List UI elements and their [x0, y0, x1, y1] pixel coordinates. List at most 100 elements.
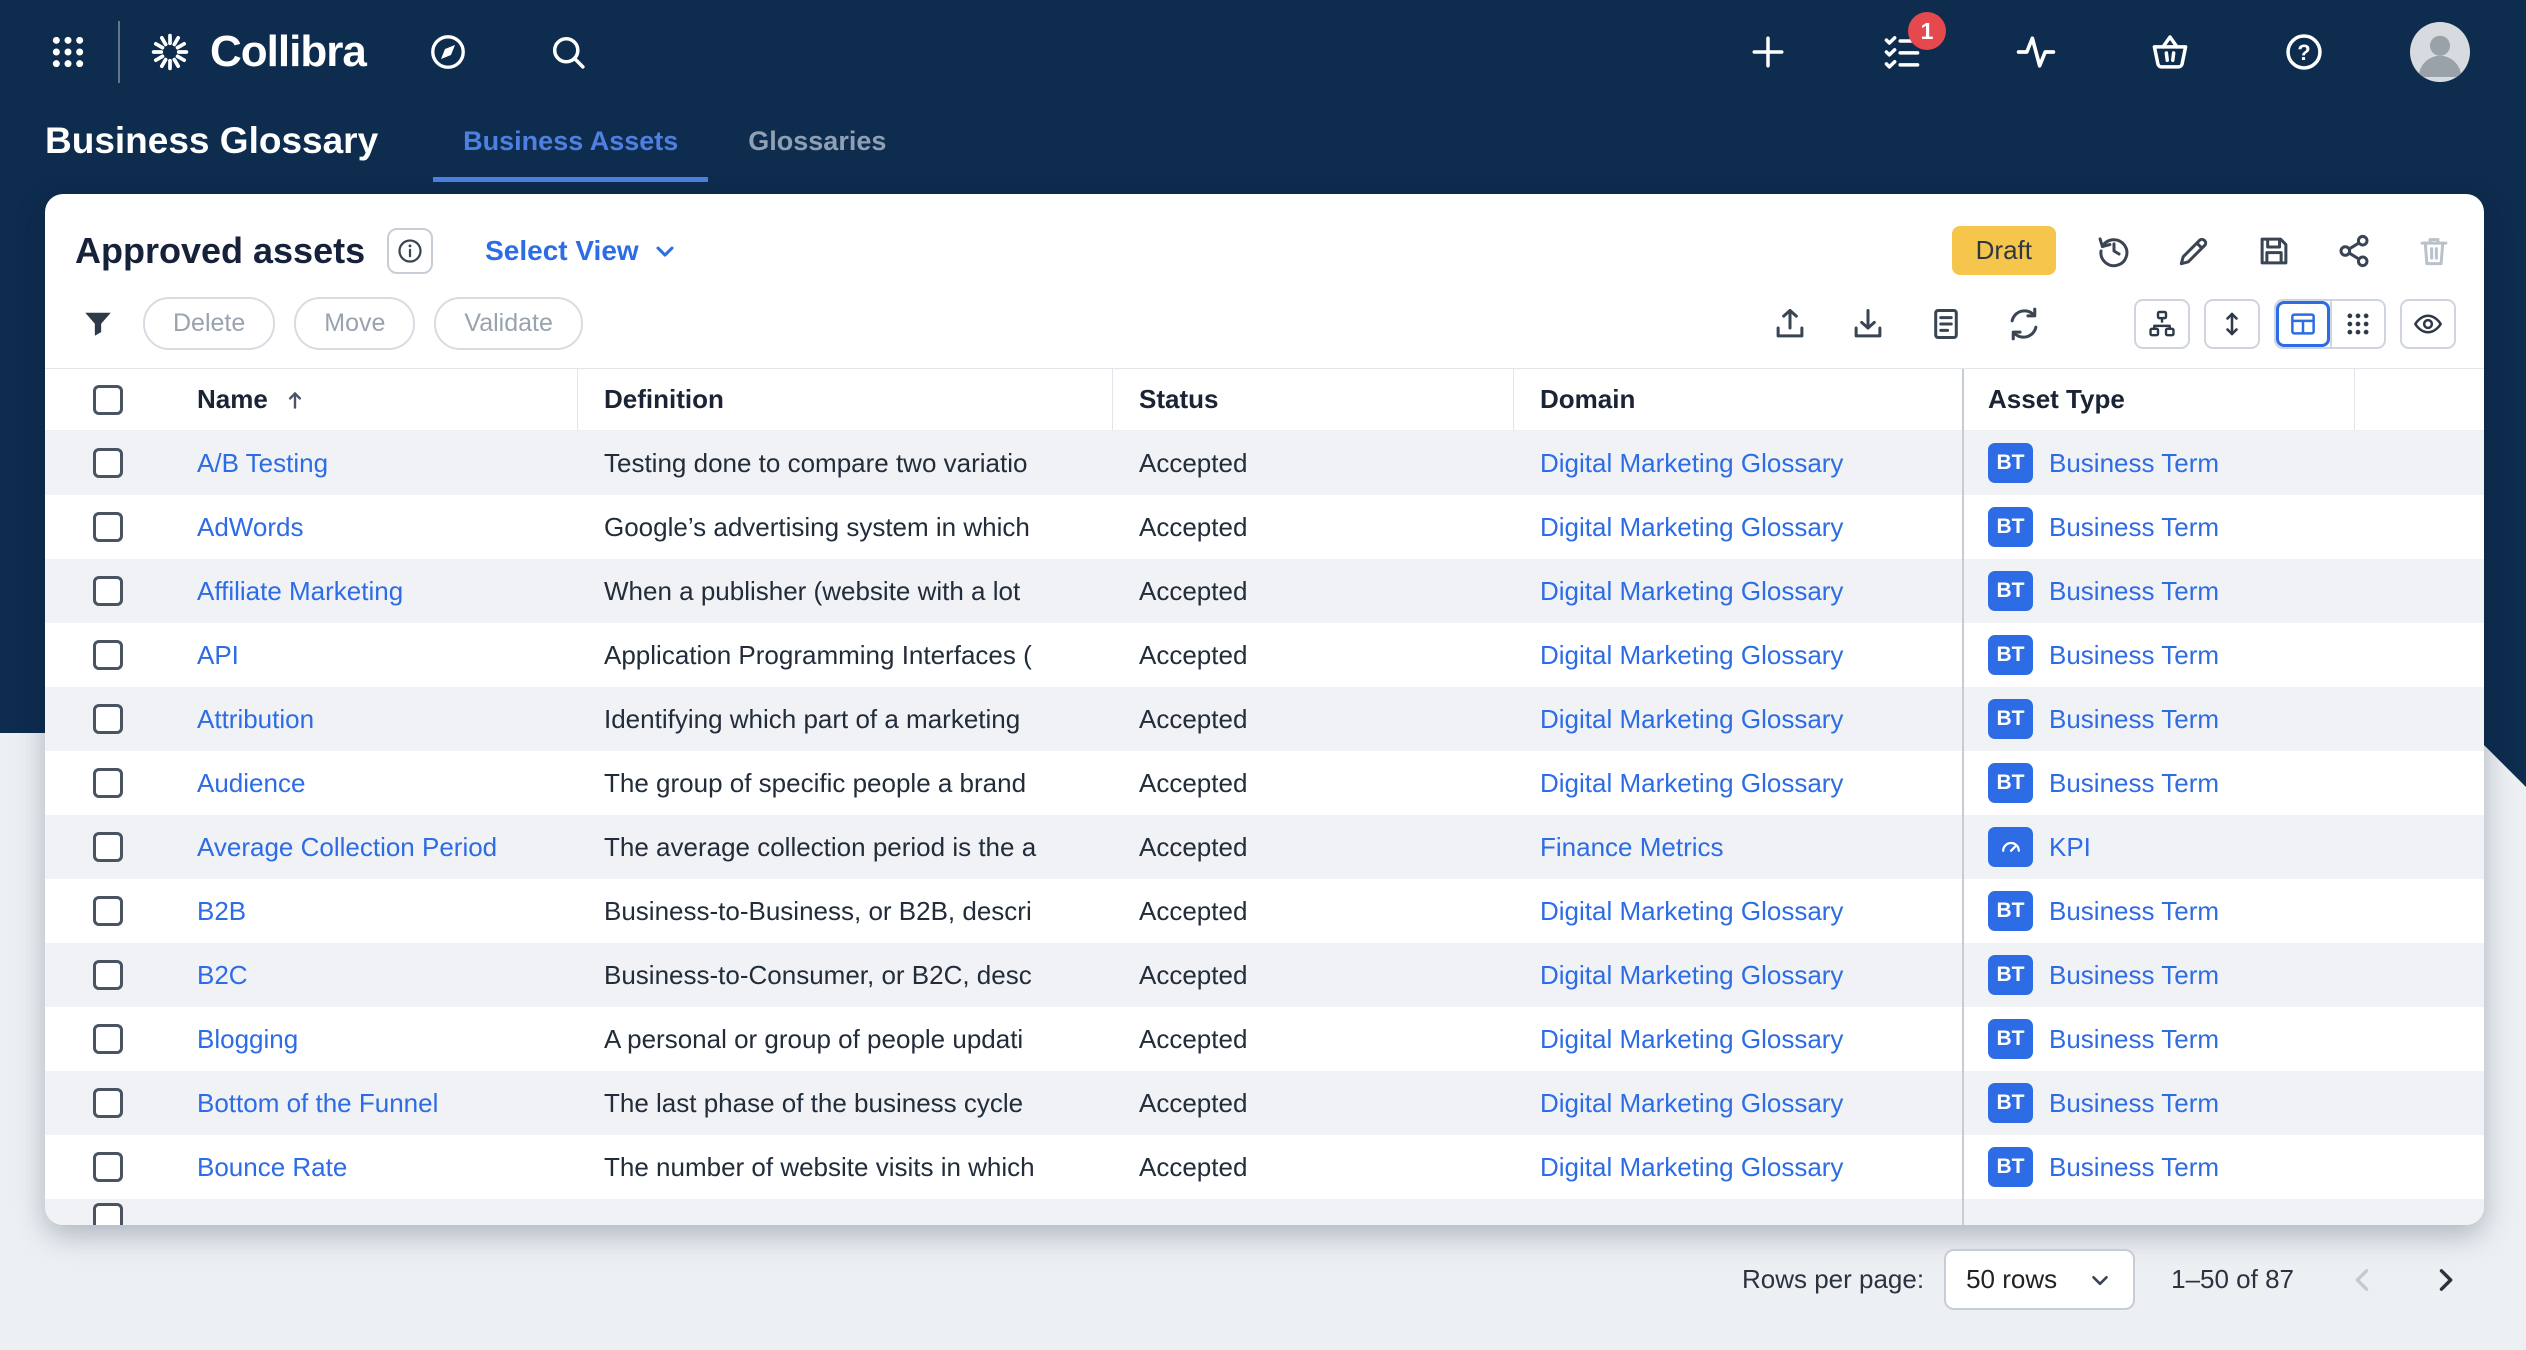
asset-name-link[interactable]: Audience: [197, 768, 305, 799]
column-header-definition[interactable]: Definition: [578, 369, 1113, 430]
asset-domain-link[interactable]: Digital Marketing Glossary: [1540, 704, 1843, 735]
asset-domain-link[interactable]: Digital Marketing Glossary: [1540, 768, 1843, 799]
asset-domain-link[interactable]: Digital Marketing Glossary: [1540, 896, 1843, 927]
asset-type-label[interactable]: Business Term: [2049, 512, 2219, 543]
asset-type-label[interactable]: Business Term: [2049, 640, 2219, 671]
trash-icon: [2415, 232, 2453, 270]
asset-type-label[interactable]: Business Term: [2049, 576, 2219, 607]
asset-name-link[interactable]: Attribution: [197, 704, 314, 735]
basket-icon: [2148, 30, 2192, 74]
user-avatar[interactable]: [2410, 22, 2470, 82]
activity-button[interactable]: [2008, 24, 2064, 80]
asset-domain-link[interactable]: Digital Marketing Glossary: [1540, 1088, 1843, 1119]
logo-wordmark: Collibra: [210, 27, 366, 77]
asset-domain-link[interactable]: Digital Marketing Glossary: [1540, 448, 1843, 479]
row-checkbox[interactable]: [93, 960, 123, 990]
history-button[interactable]: [2092, 229, 2136, 273]
edit-button[interactable]: [2172, 229, 2216, 273]
previous-page-button[interactable]: [2346, 1263, 2380, 1297]
asset-type-label[interactable]: Business Term: [2049, 448, 2219, 479]
browse-button[interactable]: [420, 24, 476, 80]
select-all-checkbox[interactable]: [93, 385, 123, 415]
save-button[interactable]: [2252, 229, 2296, 273]
row-checkbox[interactable]: [93, 1203, 123, 1225]
report-button[interactable]: [1924, 302, 1968, 346]
asset-name-link[interactable]: A/B Testing: [197, 448, 328, 479]
asset-domain-link[interactable]: Digital Marketing Glossary: [1540, 1152, 1843, 1183]
column-header-domain[interactable]: Domain: [1514, 369, 1962, 430]
asset-name-link[interactable]: B2C: [197, 960, 248, 991]
asset-name-link[interactable]: Bounce Rate: [197, 1152, 347, 1183]
export-button[interactable]: [1846, 302, 1890, 346]
row-checkbox[interactable]: [93, 1152, 123, 1182]
asset-name-link[interactable]: AdWords: [197, 512, 303, 543]
rows-per-page-select[interactable]: 50 rows: [1944, 1249, 2135, 1310]
asset-type-label[interactable]: Business Term: [2049, 1088, 2219, 1119]
tab-business-assets[interactable]: Business Assets: [433, 126, 708, 182]
tasks-button[interactable]: 1: [1874, 24, 1930, 80]
tile-view-button[interactable]: [2330, 301, 2384, 347]
row-checkbox[interactable]: [93, 704, 123, 734]
share-button[interactable]: [2332, 229, 2376, 273]
asset-domain-link[interactable]: Digital Marketing Glossary: [1540, 512, 1843, 543]
asset-type-label[interactable]: Business Term: [2049, 704, 2219, 735]
asset-type-label[interactable]: Business Term: [2049, 1024, 2219, 1055]
marketplace-button[interactable]: [2142, 24, 2198, 80]
asset-name-link[interactable]: API: [197, 640, 239, 671]
hierarchy-view-button[interactable]: [2134, 299, 2190, 349]
chevron-right-icon: [2428, 1263, 2462, 1297]
collibra-logo[interactable]: Collibra: [146, 27, 366, 77]
next-page-button[interactable]: [2428, 1263, 2462, 1297]
delete-asset-button[interactable]: [2412, 229, 2456, 273]
bulk-move-button[interactable]: Move: [294, 297, 415, 350]
bulk-delete-button[interactable]: Delete: [143, 297, 275, 350]
column-header-name[interactable]: Name: [171, 369, 578, 430]
info-button[interactable]: [387, 228, 433, 274]
search-button[interactable]: [540, 24, 596, 80]
row-checkbox[interactable]: [93, 1024, 123, 1054]
select-all-cell: [45, 369, 171, 430]
row-checkbox[interactable]: [93, 640, 123, 670]
row-checkbox[interactable]: [93, 1088, 123, 1118]
select-view-dropdown[interactable]: Select View: [485, 235, 679, 267]
row-checkbox[interactable]: [93, 768, 123, 798]
row-checkbox-cell: [45, 1007, 171, 1071]
row-checkbox[interactable]: [93, 448, 123, 478]
bulk-validate-button[interactable]: Validate: [434, 297, 583, 350]
asset-domain-link[interactable]: Digital Marketing Glossary: [1540, 576, 1843, 607]
import-button[interactable]: [1768, 302, 1812, 346]
asset-domain-link[interactable]: Finance Metrics: [1540, 832, 1724, 863]
expand-rows-button[interactable]: [2204, 299, 2260, 349]
asset-domain-link[interactable]: Digital Marketing Glossary: [1540, 1024, 1843, 1055]
create-button[interactable]: [1740, 24, 1796, 80]
row-checkbox[interactable]: [93, 832, 123, 862]
column-header-asset-type[interactable]: Asset Type: [1962, 369, 2355, 430]
asset-domain-link[interactable]: Digital Marketing Glossary: [1540, 960, 1843, 991]
help-button[interactable]: ?: [2276, 24, 2332, 80]
asset-name-link[interactable]: B2B: [197, 896, 246, 927]
refresh-button[interactable]: [2002, 302, 2046, 346]
asset-type-label[interactable]: Business Term: [2049, 768, 2219, 799]
activity-icon: [2014, 30, 2058, 74]
table-view-button[interactable]: [2276, 301, 2330, 347]
asset-name-link[interactable]: Affiliate Marketing: [197, 576, 403, 607]
asset-type-label[interactable]: Business Term: [2049, 1152, 2219, 1183]
column-header-status[interactable]: Status: [1113, 369, 1514, 430]
asset-type-label[interactable]: Business Term: [2049, 896, 2219, 927]
apps-grid-button[interactable]: [40, 24, 96, 80]
asset-type-label[interactable]: Business Term: [2049, 960, 2219, 991]
table-row: B2B Business-to-Business, or B2B, descri…: [45, 879, 2484, 943]
asset-domain-link[interactable]: Digital Marketing Glossary: [1540, 640, 1843, 671]
asset-name-link[interactable]: Average Collection Period: [197, 832, 497, 863]
asset-type-label[interactable]: KPI: [2049, 832, 2091, 863]
visibility-button[interactable]: [2400, 299, 2456, 349]
table-row: Blogging A personal or group of people u…: [45, 1007, 2484, 1071]
asset-name-link[interactable]: Blogging: [197, 1024, 298, 1055]
row-checkbox[interactable]: [93, 896, 123, 926]
row-checkbox[interactable]: [93, 512, 123, 542]
help-icon: ?: [2282, 30, 2326, 74]
tab-glossaries[interactable]: Glossaries: [718, 126, 916, 182]
row-checkbox[interactable]: [93, 576, 123, 606]
asset-name-link[interactable]: Bottom of the Funnel: [197, 1088, 438, 1119]
filter-button[interactable]: [75, 301, 121, 347]
